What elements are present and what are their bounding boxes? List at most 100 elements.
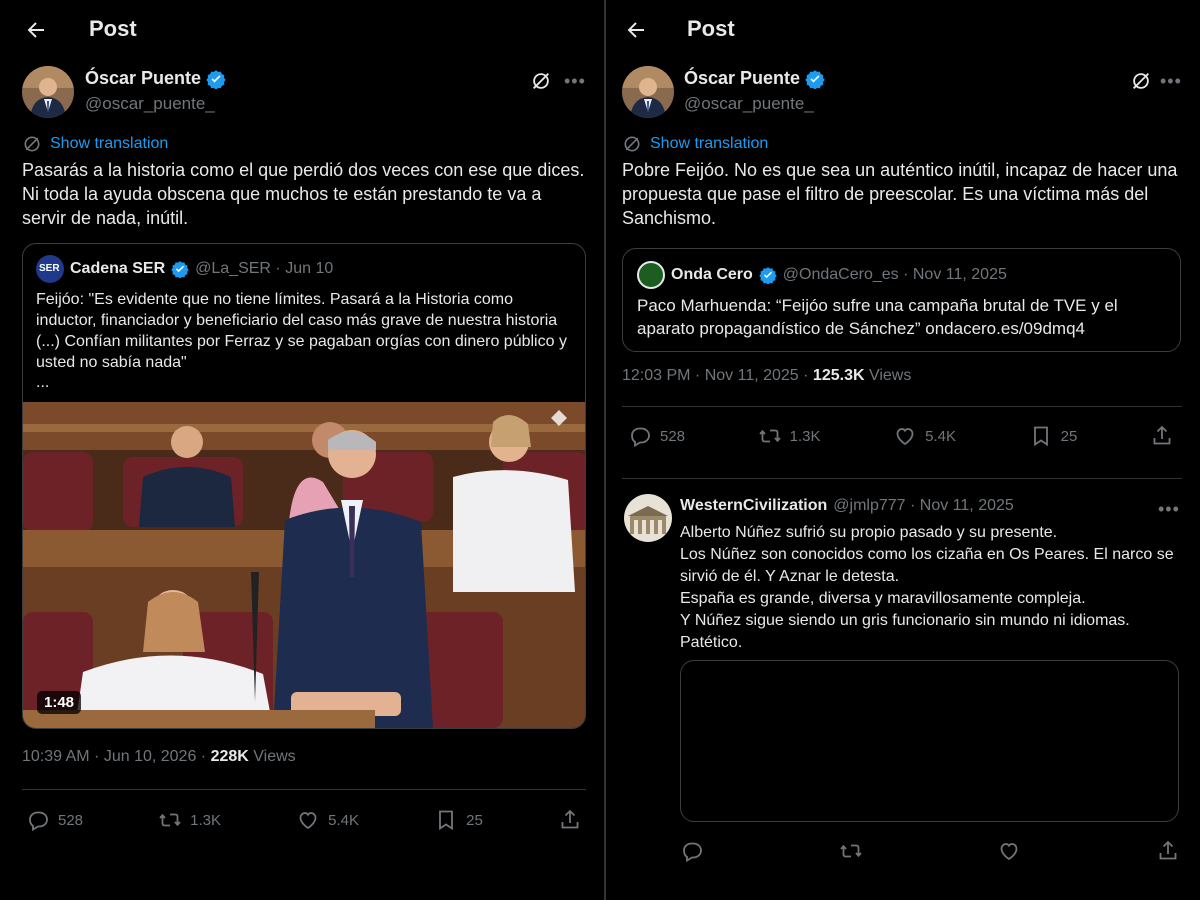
author-handle[interactable]: @oscar_puente_ [85, 94, 215, 114]
like-icon [896, 428, 914, 446]
show-translation-link[interactable]: Show translation [622, 134, 768, 154]
repost-icon [159, 813, 181, 827]
onda-cero-logo [637, 261, 665, 289]
bookmark-button[interactable]: 25 [1029, 424, 1078, 448]
reply-button[interactable]: 528 [26, 808, 83, 832]
share-icon [561, 809, 579, 829]
like-count: 5.4K [328, 811, 360, 829]
reply-header: WesternCivilization @jmlp777 · Nov 11, 2… [680, 497, 1014, 515]
author-handle[interactable]: @oscar_puente_ [684, 94, 814, 114]
post-timestamp-text: 10:39 AM · Jun 10, 2026 · [22, 748, 207, 765]
video-player[interactable]: 1:48 [23, 402, 585, 728]
like-button[interactable]: 5.4K [296, 808, 359, 832]
grok-icon[interactable] [1130, 70, 1152, 92]
reply-icon [631, 427, 650, 448]
quoted-author-handle: @La_SER · Jun 10 [195, 260, 334, 277]
reply-text: Alberto Núñez sufrió su propio pasado y … [680, 522, 1190, 654]
author-avatar[interactable] [622, 66, 674, 118]
quoted-author-name: Onda Cero [671, 266, 753, 283]
share-icon [1159, 840, 1177, 860]
post-text: Pobre Feijóo. No es que sea un auténtico… [622, 160, 1178, 228]
right-post-panel: Post Óscar Puente @oscar_puente_ ••• Sho… [606, 0, 1200, 900]
show-translation-label: Show translation [650, 135, 769, 152]
reply-author-handle[interactable]: @jmlp777 · Nov 11, 2025 [833, 497, 1013, 515]
views-count: 125.3K [812, 367, 865, 384]
reply-line: España es grande, diversa y maravillosam… [680, 590, 1086, 607]
views-label: Views [868, 367, 912, 384]
reply-actions [680, 838, 1180, 864]
reply-icon [29, 811, 48, 832]
post-text: Pasarás a la historia como el que perdió… [22, 160, 585, 228]
share-button[interactable] [558, 808, 582, 832]
reply-icon [683, 842, 702, 863]
quoted-author-name: Cadena SER [70, 260, 166, 277]
reply-count: 528 [58, 811, 84, 829]
show-translation-link[interactable]: Show translation [22, 134, 168, 154]
author-name[interactable]: Óscar Puente [85, 68, 226, 89]
post-timestamp[interactable]: 10:39 AM · Jun 10, 2026 · 228K Views [22, 748, 296, 766]
show-translation-label: Show translation [50, 135, 169, 152]
bookmark-count: 25 [1060, 427, 1078, 445]
reply-author-avatar[interactable] [624, 494, 672, 542]
bookmark-icon [439, 810, 454, 831]
verified-badge-icon [206, 69, 226, 89]
bookmark-button[interactable]: 25 [434, 808, 483, 832]
reply-line: Y Núñez sigue siendo un gris funcionario… [680, 612, 1130, 629]
repost-count: 1.3K [789, 427, 821, 445]
post-header: Post [0, 0, 604, 60]
author-avatar[interactable] [22, 66, 74, 118]
quoted-post-text: Paco Marhuenda: “Feijóo sufre una campañ… [637, 296, 1118, 338]
bookmark-icon [1033, 426, 1048, 447]
header-title: Post [687, 16, 735, 41]
quoted-post-header: Onda Cero @OndaCero_es · Nov 11, 2025 [637, 261, 1007, 289]
post-actions: 528 1.3K 5.4K 25 [628, 422, 1174, 450]
back-arrow-icon[interactable] [624, 18, 648, 42]
repost-icon [759, 429, 781, 443]
quoted-author-handle: @OndaCero_es · Nov 11, 2025 [782, 266, 1007, 283]
reply-share-button[interactable] [1156, 839, 1180, 863]
left-post-panel: Post Óscar Puente @oscar_puente_ ••• Sho… [0, 0, 604, 900]
divider [622, 406, 1182, 407]
translate-icon [624, 136, 640, 152]
repost-button[interactable]: 1.3K [758, 424, 821, 448]
translate-icon [24, 136, 40, 152]
views-label: Views [253, 748, 296, 765]
more-icon[interactable]: ••• [1160, 72, 1182, 90]
reply-line: Alberto Núñez sufrió su propio pasado y … [680, 524, 1058, 541]
reply-like-button[interactable] [997, 839, 1021, 863]
quoted-post-text: Feijóo: "Es evidente que no tiene límite… [36, 291, 567, 371]
post-timestamp[interactable]: 12:03 PM · Nov 11, 2025 · 125.3K Views [622, 367, 911, 385]
author-name[interactable]: Óscar Puente [684, 68, 825, 89]
like-icon [299, 812, 317, 830]
repost-button[interactable]: 1.3K [158, 808, 221, 832]
reply-author-name[interactable]: WesternCivilization [680, 497, 827, 515]
cadena-ser-logo-text: SER [39, 263, 60, 274]
post-actions: 528 1.3K 5.4K 25 [26, 806, 582, 834]
reply-line: Patético. [680, 634, 743, 651]
quoted-post-ellipsis: ... [36, 374, 50, 391]
reply-media[interactable] [680, 660, 1179, 822]
video-thumbnail [23, 402, 585, 728]
back-arrow-icon[interactable] [24, 18, 48, 42]
reply-line: Los Núñez son conocidos como los cizaña … [680, 546, 1174, 585]
like-button[interactable]: 5.4K [893, 424, 956, 448]
quoted-post[interactable]: SER Cadena SER @La_SER · Jun 10 Feijóo: … [22, 243, 586, 729]
reply-repost-button[interactable] [839, 839, 863, 863]
verified-badge-icon [759, 267, 777, 284]
verified-badge-icon [805, 69, 825, 89]
video-duration: 1:48 [37, 691, 82, 714]
cadena-ser-logo: SER [36, 255, 64, 283]
reply-more-icon[interactable]: ••• [1158, 500, 1180, 518]
verified-badge-icon [171, 261, 189, 278]
header-title: Post [89, 16, 137, 41]
share-button[interactable] [1150, 424, 1174, 448]
author-name-text: Óscar Puente [85, 68, 202, 88]
post-timestamp-text: 12:03 PM · Nov 11, 2025 · [622, 367, 809, 384]
reply-reply-button[interactable] [680, 839, 704, 863]
more-icon[interactable]: ••• [564, 72, 586, 90]
quoted-post[interactable]: Onda Cero @OndaCero_es · Nov 11, 2025 Pa… [622, 248, 1181, 352]
grok-icon[interactable] [530, 70, 552, 92]
author-name-text: Óscar Puente [684, 68, 801, 88]
reply-button[interactable]: 528 [628, 424, 685, 448]
bookmark-count: 25 [466, 811, 483, 829]
